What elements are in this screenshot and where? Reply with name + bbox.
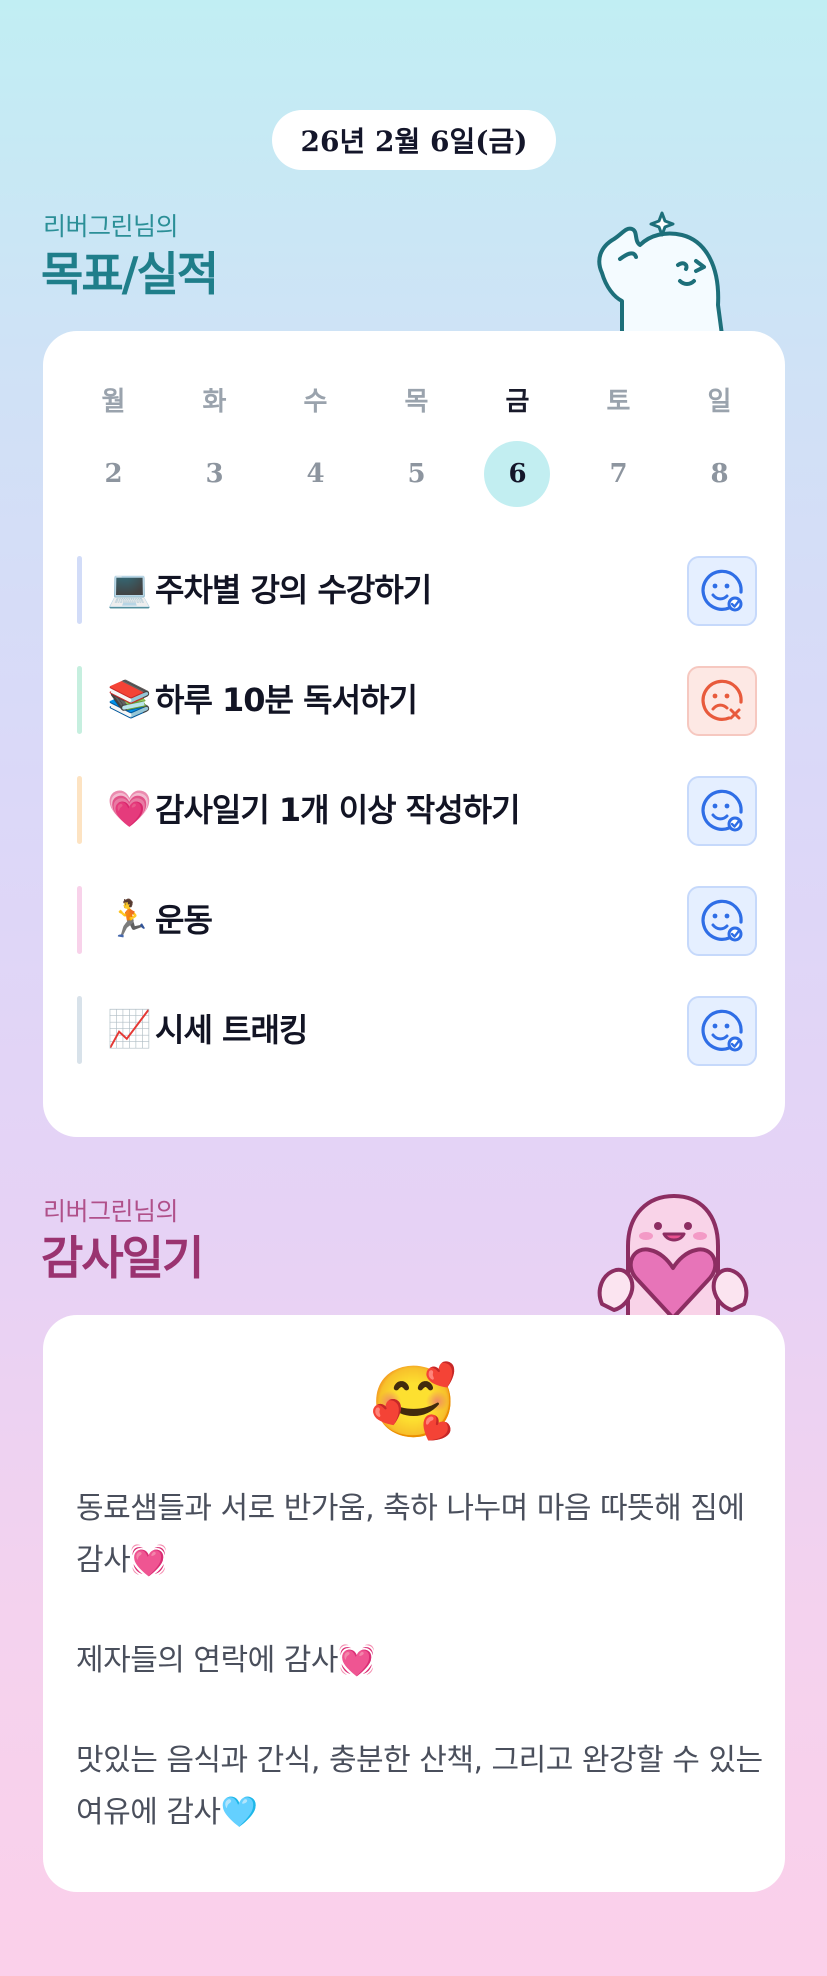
goal-status-done[interactable] xyxy=(687,556,757,626)
date-label: 26년 2월 6일(금) xyxy=(300,125,528,158)
weekday-sun[interactable]: 일 xyxy=(669,381,770,418)
goal-status-done[interactable] xyxy=(687,886,757,956)
thanks-entry: 제자들의 연락에 감사💓 xyxy=(76,1643,375,1678)
smile-check-icon xyxy=(701,899,743,942)
weekday-thu[interactable]: 목 xyxy=(366,381,467,418)
date-cell[interactable]: 7 xyxy=(568,441,669,507)
goals-card: 월 화 수 목 금 토 일 2 3 4 5 6 7 8 💻 주차별 강의 수강하… xyxy=(43,331,785,1137)
goal-item[interactable]: 💗 감사일기 1개 이상 작성하기 xyxy=(77,776,757,846)
goal-label: 감사일기 1개 이상 작성하기 xyxy=(155,791,521,829)
weekday-fri[interactable]: 금 xyxy=(467,381,568,418)
thanks-entry: 맛있는 음식과 간식, 충분한 산책, 그리고 완강할 수 있는 여유에 감사🩵 xyxy=(76,1743,763,1830)
date-number: 7 xyxy=(609,459,628,489)
date-cell[interactable]: 5 xyxy=(366,441,467,507)
goal-status-done[interactable] xyxy=(687,996,757,1066)
weekday-tue[interactable]: 화 xyxy=(164,381,265,418)
weekday-sat[interactable]: 토 xyxy=(568,381,669,418)
sad-x-icon xyxy=(701,679,743,721)
heart-mascot-icon xyxy=(597,1193,749,1318)
goal-item[interactable]: 📈 시세 트래킹 xyxy=(77,996,757,1066)
date-cell[interactable]: 2 xyxy=(63,441,164,507)
laptop-icon: 💻 xyxy=(107,569,152,610)
goal-item[interactable]: 🏃 운동 xyxy=(77,886,757,956)
smile-check-icon xyxy=(701,569,743,612)
goal-accent-bar xyxy=(77,996,82,1064)
books-icon: 📚 xyxy=(107,679,152,720)
date-cell[interactable]: 8 xyxy=(669,441,770,507)
goal-item[interactable]: 💻 주차별 강의 수강하기 xyxy=(77,556,757,626)
date-number: 8 xyxy=(710,459,729,489)
chart-up-icon: 📈 xyxy=(107,1009,152,1050)
runner-icon: 🏃 xyxy=(107,899,152,940)
goal-label: 하루 10분 독서하기 xyxy=(155,681,418,719)
thanks-title: 감사일기 xyxy=(41,1231,204,1285)
heart-icon: 💗 xyxy=(107,789,152,830)
date-number: 6 xyxy=(508,459,527,489)
date-number: 3 xyxy=(205,459,224,489)
goal-accent-bar xyxy=(77,886,82,954)
date-pill[interactable]: 26년 2월 6일(금) xyxy=(272,110,556,170)
thanks-card: 🥰 동료샘들과 서로 반가움, 축하 나누며 마음 따뜻해 짐에 감사💓 제자들… xyxy=(43,1315,785,1892)
smile-check-icon xyxy=(701,1009,743,1052)
smiling-hearts-icon: 🥰 xyxy=(370,1361,458,1443)
date-cell-selected[interactable]: 6 xyxy=(467,441,568,507)
ghost-mascot-icon xyxy=(597,211,724,335)
goal-status-done[interactable] xyxy=(687,776,757,846)
date-number: 2 xyxy=(104,459,123,489)
date-number: 5 xyxy=(407,459,426,489)
goal-label: 주차별 강의 수강하기 xyxy=(155,571,432,609)
goal-label: 시세 트래킹 xyxy=(155,1011,308,1049)
goals-title: 목표/실적 xyxy=(41,247,219,301)
date-number: 4 xyxy=(306,459,325,489)
date-cell[interactable]: 3 xyxy=(164,441,265,507)
weekday-mon[interactable]: 월 xyxy=(63,381,164,418)
goal-status-failed[interactable] xyxy=(687,666,757,736)
goal-item[interactable]: 📚 하루 10분 독서하기 xyxy=(77,666,757,736)
date-cell[interactable]: 4 xyxy=(265,441,366,507)
weekday-wed[interactable]: 수 xyxy=(265,381,366,418)
weekday-row: 월 화 수 목 금 토 일 xyxy=(63,381,805,418)
goal-label: 운동 xyxy=(155,901,213,939)
goal-accent-bar xyxy=(77,556,82,624)
date-row: 2 3 4 5 6 7 8 xyxy=(63,441,805,507)
goal-accent-bar xyxy=(77,666,82,734)
thanks-entry: 동료샘들과 서로 반가움, 축하 나누며 마음 따뜻해 짐에 감사💓 xyxy=(76,1491,745,1578)
goal-accent-bar xyxy=(77,776,82,844)
smile-check-icon xyxy=(701,789,743,832)
